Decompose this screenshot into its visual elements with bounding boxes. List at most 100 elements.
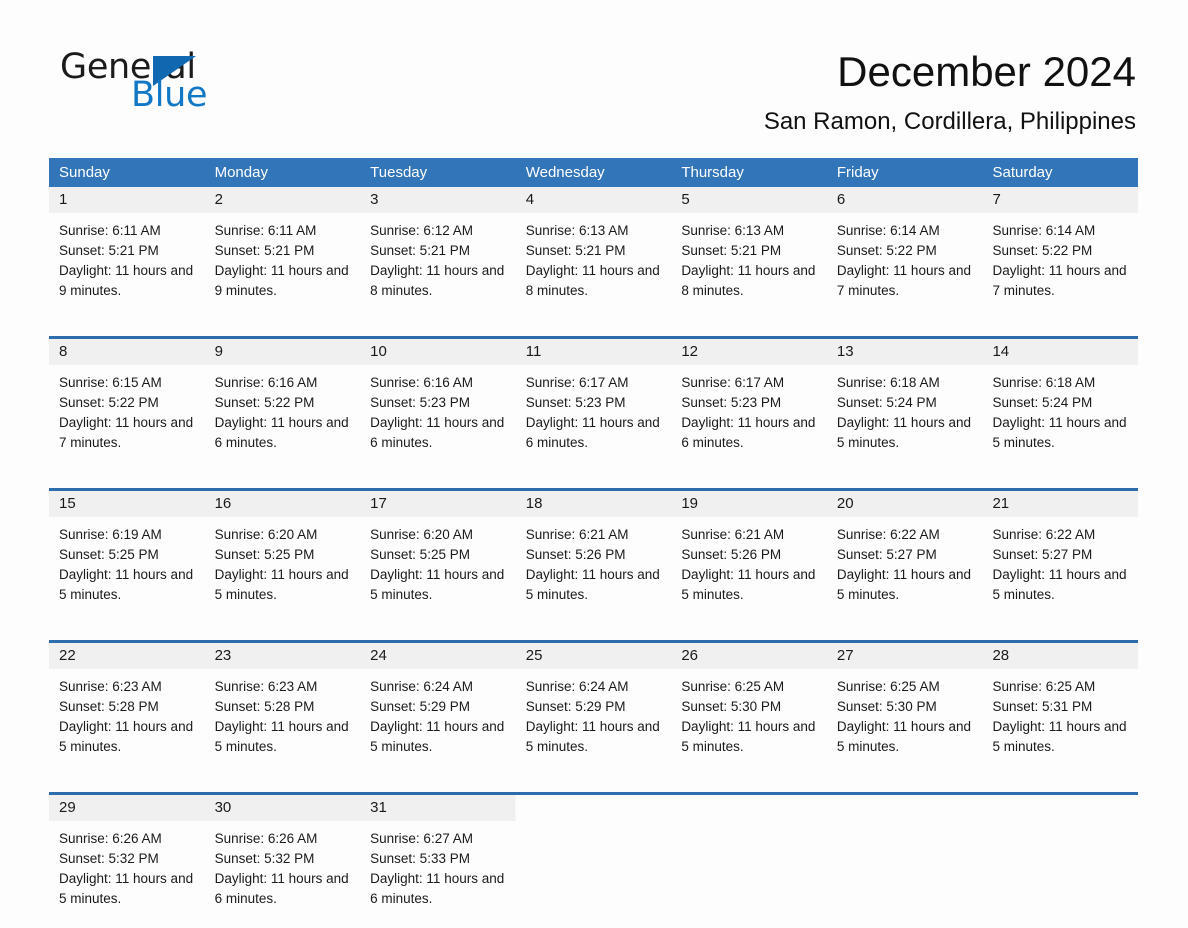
calendar-grid: Sunday Monday Tuesday Wednesday Thursday Frid… (49, 158, 1139, 928)
day-number[interactable]: 8 (49, 339, 205, 365)
daylight-text: Daylight: 11 hours and 5 minutes. (525, 567, 660, 602)
sunset-text: Sunset: 5:22 PM (214, 395, 315, 410)
day-number[interactable]: 15 (49, 491, 205, 517)
sunset-text: Sunset: 5:22 PM (836, 243, 937, 258)
sunset-text: Sunset: 5:23 PM (370, 395, 470, 410)
day-number[interactable]: 19 (671, 491, 827, 517)
day-cell[interactable]: Sunrise: 6:20 AM Sunset: 5:25 PM Daylight:… (360, 517, 516, 624)
day-number[interactable]: 11 (516, 339, 672, 365)
day-cell[interactable]: Sunrise: 6:21 AM Sunset: 5:26 PM Daylight:… (516, 517, 672, 624)
day-cell[interactable]: Sunrise: 6:18 AM Sunset: 5:24 PM Daylight:… (827, 365, 983, 472)
day-number[interactable]: 9 (205, 339, 361, 365)
day-number[interactable]: 2 (205, 187, 361, 213)
logo-text-blue: Blue (131, 75, 208, 115)
day-cell[interactable]: Sunrise: 6:24 AM Sunset: 5:29 PM Daylight:… (516, 669, 672, 776)
day-number[interactable]: 6 (827, 187, 983, 213)
sunset-text: Sunset: 5:21 PM (214, 243, 315, 258)
day-cell[interactable]: Sunrise: 6:27 AM Sunset: 5:33 PM Daylight:… (360, 821, 516, 928)
day-cell[interactable]: Sunrise: 6:26 AM Sunset: 5:32 PM Daylight:… (205, 821, 361, 928)
day-number-empty (515, 795, 672, 821)
weekday-header-monday: Monday (214, 164, 268, 181)
sunset-text: Sunset: 5:29 PM (525, 699, 626, 714)
day-number[interactable]: 5 (671, 187, 827, 213)
day-cell[interactable]: Sunrise: 6:17 AM Sunset: 5:23 PM Daylight:… (516, 365, 672, 472)
day-cell[interactable]: Sunrise: 6:14 AM Sunset: 5:22 PM Daylight:… (827, 213, 983, 320)
day-cell[interactable]: Sunrise: 6:19 AM Sunset: 5:25 PM Daylight:… (49, 517, 205, 624)
day-number-band: 22 23 24 25 26 27 28 (49, 643, 1138, 669)
day-cell[interactable]: Sunrise: 6:11 AM Sunset: 5:21 PM Daylight:… (205, 213, 361, 320)
day-cell[interactable]: Sunrise: 6:26 AM Sunset: 5:32 PM Daylight:… (49, 821, 205, 928)
day-cell[interactable]: Sunrise: 6:21 AM Sunset: 5:26 PM Daylight:… (671, 517, 827, 624)
day-cell[interactable]: Sunrise: 6:25 AM Sunset: 5:31 PM Daylight:… (982, 669, 1138, 776)
day-number[interactable]: 22 (49, 643, 205, 669)
day-cell[interactable]: Sunrise: 6:22 AM Sunset: 5:27 PM Daylight:… (982, 517, 1138, 624)
day-number[interactable]: 27 (827, 643, 983, 669)
sunset-text: Sunset: 5:31 PM (992, 699, 1093, 714)
day-cell-empty (826, 821, 983, 928)
day-number[interactable]: 17 (360, 491, 516, 517)
day-cell[interactable]: Sunrise: 6:20 AM Sunset: 5:25 PM Daylight:… (205, 517, 361, 624)
weekday-header-wednesday: Wednesday (525, 164, 605, 181)
sunrise-text: Sunrise: 6:11 AM (59, 223, 161, 238)
day-number[interactable]: 3 (360, 187, 516, 213)
day-number[interactable]: 10 (360, 339, 516, 365)
day-number[interactable]: 18 (516, 491, 672, 517)
daylight-text: Daylight: 11 hours and 8 minutes. (370, 263, 505, 298)
sunrise-text: Sunrise: 6:14 AM (836, 223, 940, 238)
day-number[interactable]: 24 (360, 643, 516, 669)
daylight-text: Daylight: 11 hours and 8 minutes. (525, 263, 660, 298)
day-number[interactable]: 25 (516, 643, 672, 669)
daylight-text: Daylight: 11 hours and 7 minutes. (836, 263, 971, 298)
day-cell[interactable]: Sunrise: 6:22 AM Sunset: 5:27 PM Daylight:… (827, 517, 983, 624)
sunset-text: Sunset: 5:25 PM (214, 547, 315, 562)
day-cell[interactable]: Sunrise: 6:24 AM Sunset: 5:29 PM Daylight:… (360, 669, 516, 776)
weekday-header-sunday: Sunday (59, 164, 110, 181)
day-number[interactable]: 14 (982, 339, 1138, 365)
day-cell[interactable]: Sunrise: 6:23 AM Sunset: 5:28 PM Daylight:… (49, 669, 205, 776)
day-cell[interactable]: Sunrise: 6:23 AM Sunset: 5:28 PM Daylight:… (205, 669, 361, 776)
day-cell[interactable]: Sunrise: 6:14 AM Sunset: 5:22 PM Daylight:… (982, 213, 1138, 320)
day-cell[interactable]: Sunrise: 6:11 AM Sunset: 5:21 PM Daylight:… (49, 213, 205, 320)
day-number[interactable]: 20 (827, 491, 983, 517)
sunset-text: Sunset: 5:26 PM (681, 547, 782, 562)
day-cell[interactable]: Sunrise: 6:15 AM Sunset: 5:22 PM Daylight:… (49, 365, 205, 472)
daylight-text: Daylight: 11 hours and 5 minutes. (992, 719, 1127, 754)
day-cell[interactable]: Sunrise: 6:16 AM Sunset: 5:23 PM Daylight:… (360, 365, 516, 472)
page-title: December 2024 (837, 48, 1136, 95)
weekday-header-thursday: Thursday (681, 164, 744, 181)
day-cell[interactable]: Sunrise: 6:25 AM Sunset: 5:30 PM Daylight:… (671, 669, 827, 776)
day-number[interactable]: 29 (49, 795, 205, 821)
day-number[interactable]: 16 (205, 491, 361, 517)
day-number[interactable]: 4 (516, 187, 672, 213)
sunset-text: Sunset: 5:27 PM (992, 547, 1093, 562)
day-number[interactable]: 28 (982, 643, 1138, 669)
sunset-text: Sunset: 5:29 PM (370, 699, 470, 714)
day-number[interactable]: 26 (671, 643, 827, 669)
sunrise-text: Sunrise: 6:17 AM (525, 375, 629, 390)
day-number[interactable]: 30 (205, 795, 361, 821)
day-cell[interactable]: Sunrise: 6:13 AM Sunset: 5:21 PM Daylight:… (516, 213, 672, 320)
day-number[interactable]: 31 (360, 795, 516, 821)
calendar-weeks: 1 2 3 4 5 6 7 Sunrise: 6:11 AM Sunset: 5:21 PM Da… (49, 187, 1139, 928)
day-number[interactable]: 12 (671, 339, 827, 365)
daylight-text: Daylight: 11 hours and 6 minutes. (681, 415, 816, 450)
day-cell[interactable]: Sunrise: 6:18 AM Sunset: 5:24 PM Daylight:… (982, 365, 1138, 472)
day-number[interactable]: 7 (982, 187, 1138, 213)
day-cell[interactable]: Sunrise: 6:25 AM Sunset: 5:30 PM Daylight:… (827, 669, 983, 776)
day-cell-empty (671, 821, 827, 928)
day-cell[interactable]: Sunrise: 6:17 AM Sunset: 5:23 PM Daylight:… (671, 365, 827, 472)
sunset-text: Sunset: 5:21 PM (59, 243, 159, 258)
daylight-text: Daylight: 11 hours and 5 minutes. (59, 871, 194, 906)
sunrise-text: Sunrise: 6:26 AM (214, 831, 318, 846)
day-number[interactable]: 13 (827, 339, 983, 365)
sunset-text: Sunset: 5:30 PM (836, 699, 937, 714)
daylight-text: Daylight: 11 hours and 5 minutes. (525, 719, 660, 754)
sunset-text: Sunset: 5:21 PM (370, 243, 470, 258)
day-cell[interactable]: Sunrise: 6:13 AM Sunset: 5:21 PM Daylight:… (671, 213, 827, 320)
day-number[interactable]: 23 (205, 643, 361, 669)
day-number[interactable]: 1 (49, 187, 205, 213)
day-cell-empty (515, 821, 672, 928)
day-cell[interactable]: Sunrise: 6:16 AM Sunset: 5:22 PM Daylight:… (205, 365, 361, 472)
day-cell[interactable]: Sunrise: 6:12 AM Sunset: 5:21 PM Daylight:… (360, 213, 516, 320)
day-number[interactable]: 21 (982, 491, 1138, 517)
